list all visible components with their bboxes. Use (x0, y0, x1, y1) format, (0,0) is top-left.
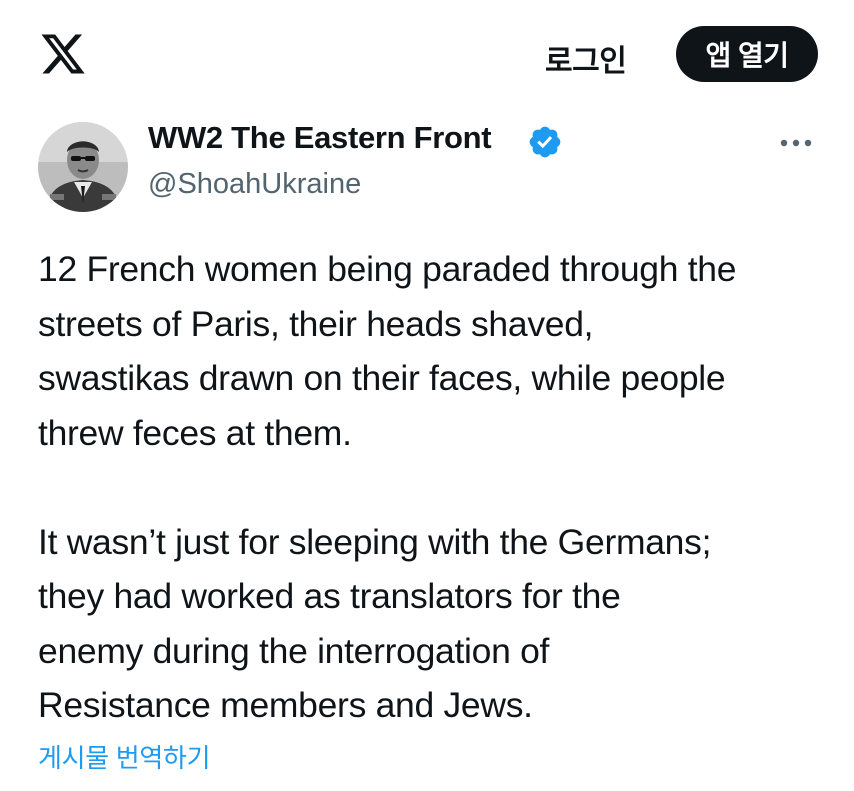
tweet-text-line: swastikas drawn on their faces, while pe… (38, 358, 726, 398)
open-app-button[interactable]: 앱 열기 (676, 26, 818, 82)
avatar-image (38, 122, 128, 212)
tweet-text-line: threw feces at them. (38, 412, 352, 453)
tweet-text-line: 12 French women being paraded through th… (38, 249, 737, 289)
x-logo-icon[interactable] (38, 30, 88, 78)
login-link[interactable]: 로그인 (545, 36, 627, 80)
tweet-text: 12 French women being paraded through th… (38, 242, 838, 733)
profile-avatar[interactable] (38, 122, 128, 212)
translate-post-link[interactable]: 게시물 번역하기 (38, 738, 211, 775)
tweet-text-line: streets of Paris, their heads shaved, (38, 303, 594, 344)
verified-badge-icon (529, 126, 561, 158)
tweet-text-line: Resistance members and Jews. (38, 685, 533, 725)
author-display-name[interactable]: WW2 The Eastern Front (148, 120, 492, 156)
more-options-icon[interactable] (776, 128, 816, 158)
tweet-text-line: It wasn’t just for sleeping with the Ger… (38, 521, 712, 562)
top-bar: 로그인 앱 열기 (0, 0, 854, 110)
author-handle[interactable]: @ShoahUkraine (148, 168, 361, 201)
tweet-text-line: enemy during the interrogation of (38, 630, 550, 671)
tweet-text-line: they had worked as translators for the (38, 576, 621, 616)
